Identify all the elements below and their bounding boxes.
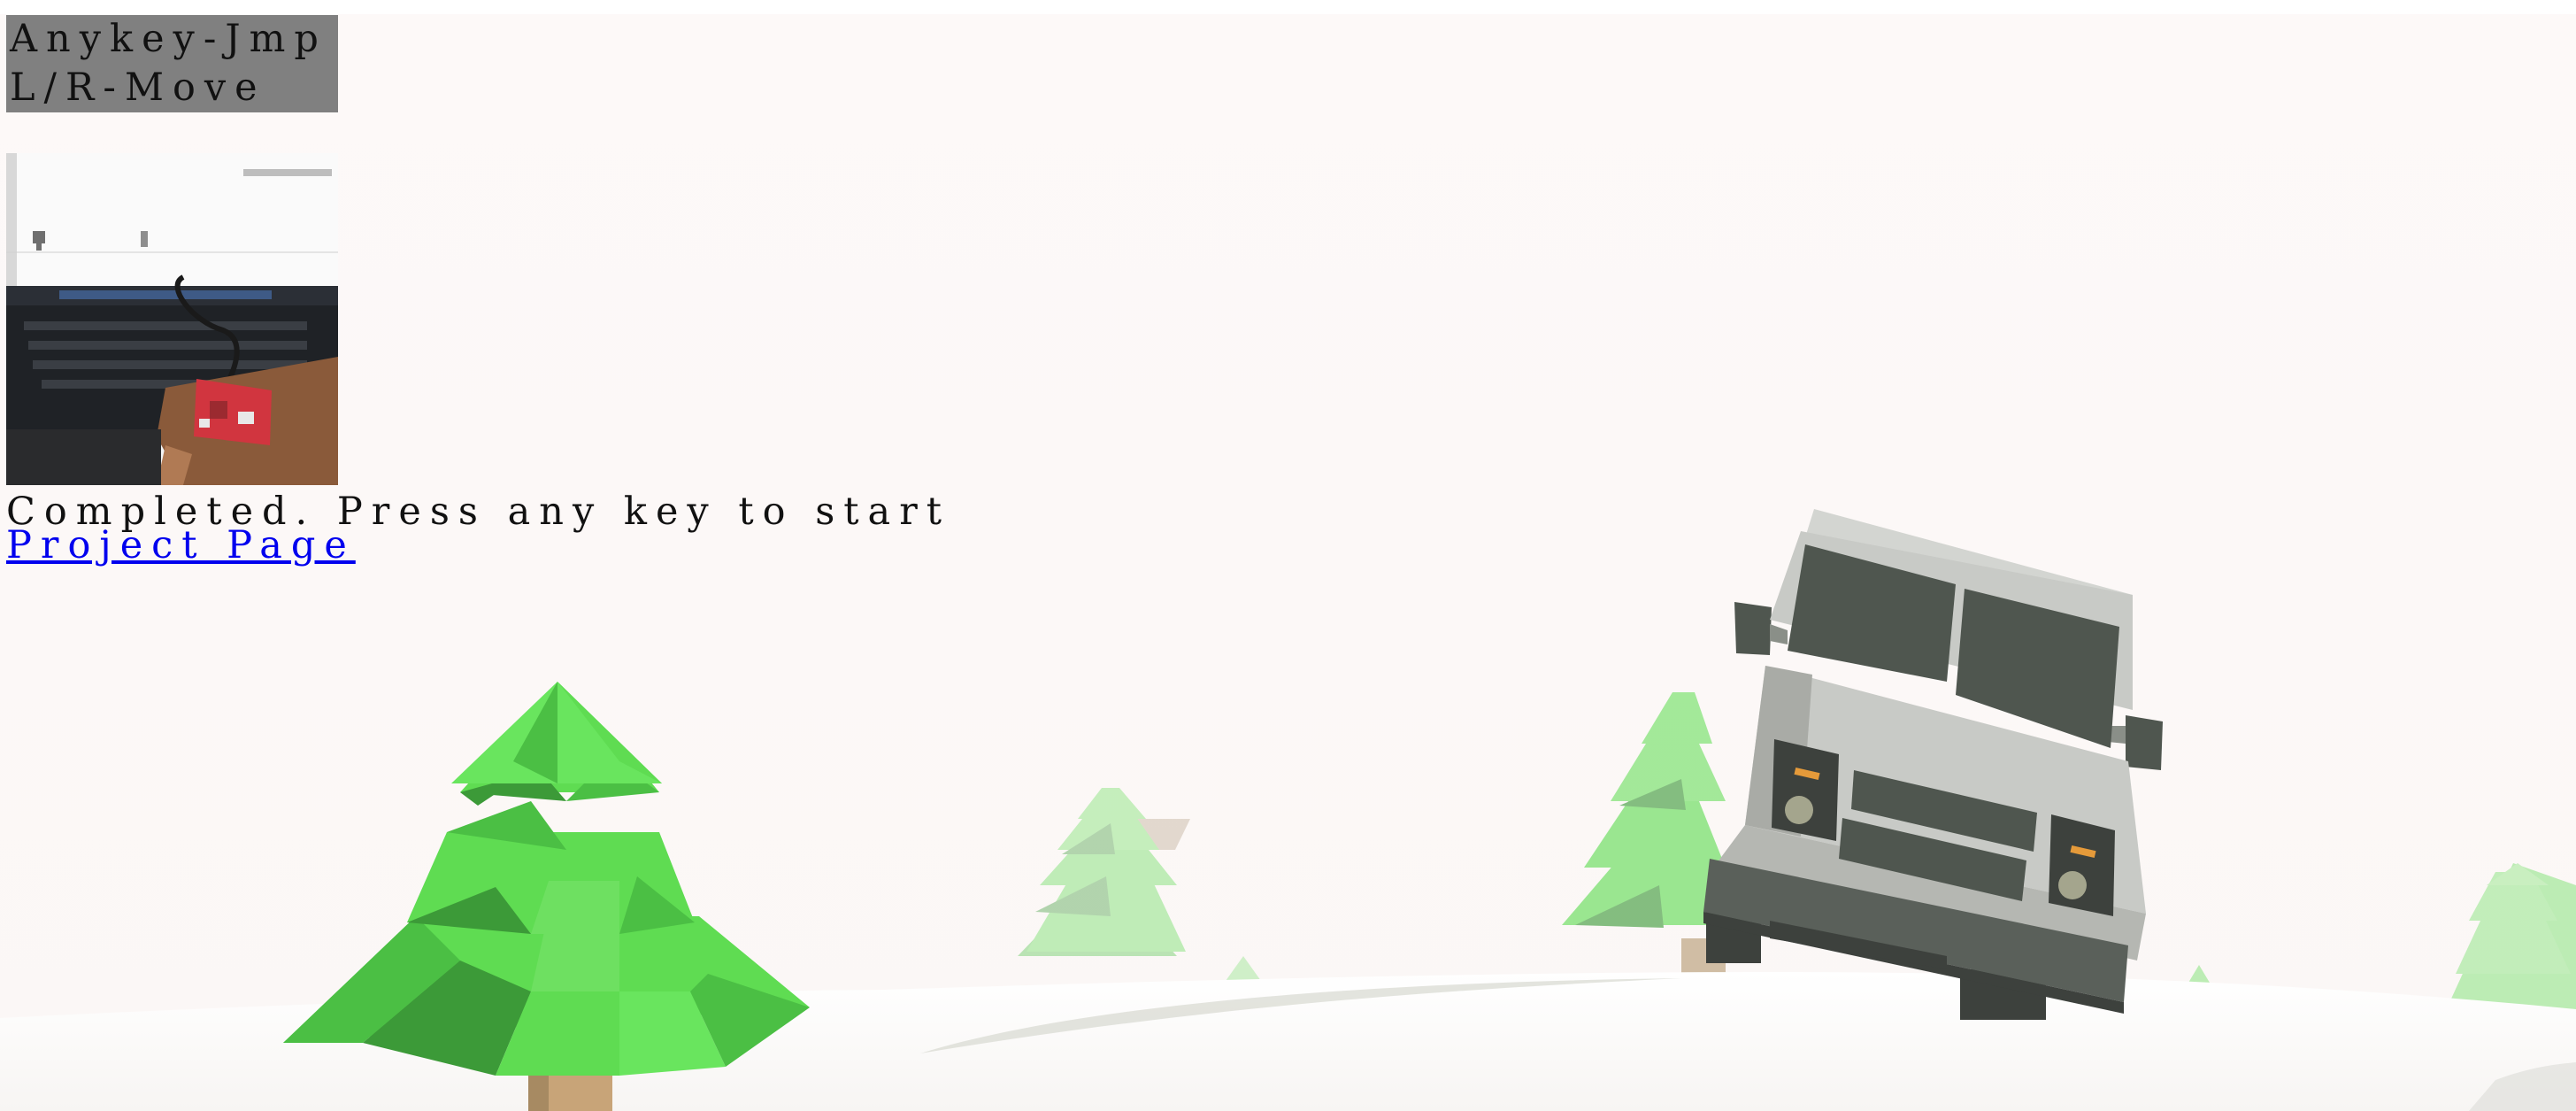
controls-hint: Anykey-Jmp L/R-Move [6,15,338,112]
sky-background [0,0,2576,1111]
game-viewport[interactable]: Anykey-Jmp L/R-Move Completed. Press any… [0,0,2576,1111]
controls-hint-move: L/R-Move [10,66,266,110]
webcam-preview-image [6,153,338,485]
top-border [0,0,2576,14]
game-canvas[interactable] [0,0,2576,1111]
controls-hint-jump: Anykey-Jmp [10,17,327,61]
project-page-link[interactable]: Project Page [6,519,356,572]
